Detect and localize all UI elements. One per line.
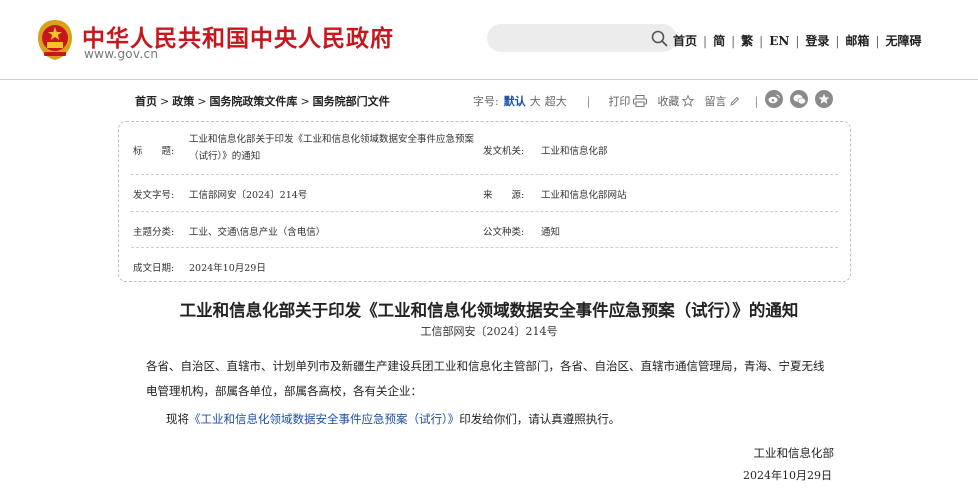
nav-simplified[interactable]: 简 xyxy=(713,34,725,48)
favorite-button[interactable]: 收藏 xyxy=(657,93,695,109)
article-tools: 字号: 默认 大 超大 | 打印 收藏 留言 | xyxy=(473,93,758,109)
meta-title-label: 标 题: xyxy=(133,146,175,157)
print-button[interactable]: 打印 xyxy=(608,93,648,109)
search-input[interactable] xyxy=(487,24,677,52)
qzone-star-icon xyxy=(818,93,830,104)
favorite-label: 收藏 xyxy=(657,95,680,108)
breadcrumb-policy-library[interactable]: 国务院政策文件库 xyxy=(209,95,297,108)
comment-label: 留言 xyxy=(704,95,727,108)
fontsize-xlarge[interactable]: 超大 xyxy=(545,93,567,109)
wechat-glyph-icon xyxy=(793,94,806,104)
tools-trailing-separator: | xyxy=(754,94,759,108)
meta-docno-label: 发文字号: xyxy=(133,190,175,201)
breadcrumb: 首页 > 政策 > 国务院政策文件库 > 国务院部门文件 xyxy=(135,95,390,108)
meta-docno-value: 工信部网安〔2024〕214号 xyxy=(189,190,308,201)
article-recipients: 各省、自治区、直辖市、计划单列市及新疆生产建设兵团工业和信息化主管部门，各省、自… xyxy=(146,359,825,398)
signer: 工业和信息化部 xyxy=(753,446,835,460)
qzone-icon[interactable] xyxy=(815,90,833,108)
wechat-icon[interactable] xyxy=(790,90,808,108)
fontsize-label: 字号: xyxy=(473,95,499,108)
print-label: 打印 xyxy=(608,95,631,108)
nav-home[interactable]: 首页 xyxy=(673,34,697,48)
meta-row-title: 标 题: 工业和信息化部关于印发《工业和信息化领域数据安全事件应急预案（试行）》… xyxy=(131,122,838,175)
breadcrumb-home[interactable]: 首页 xyxy=(135,95,157,108)
nav-traditional[interactable]: 繁 xyxy=(741,34,753,48)
printer-icon xyxy=(633,95,648,107)
nav-accessibility[interactable]: 无障碍 xyxy=(885,34,921,48)
top-nav: 首页 | 简 | 繁 | EN | 登录 | 邮箱 | 无障碍 xyxy=(673,34,922,48)
pencil-icon xyxy=(730,96,740,106)
weibo-glyph-icon xyxy=(768,94,780,104)
meta-type-label: 公文种类: xyxy=(483,227,525,238)
meta-type-value: 通知 xyxy=(541,227,561,238)
attachment-link[interactable]: 《工业和信息化领域数据安全事件应急预案（试行）》 xyxy=(189,412,459,426)
site-url: www.gov.cn xyxy=(84,47,159,61)
meta-topic-label: 主题分类: xyxy=(133,227,175,238)
breadcrumb-policy[interactable]: 政策 xyxy=(172,95,194,108)
document-metadata: 标 题: 工业和信息化部关于印发《工业和信息化领域数据安全事件应急预案（试行）》… xyxy=(118,121,851,282)
meta-date-value: 2024年10月29日 xyxy=(189,263,266,274)
article-doc-number: 工信部网安〔2024〕214号 xyxy=(420,325,558,338)
meta-source-value: 工业和信息化部网站 xyxy=(541,190,627,201)
meta-issuer-value: 工业和信息化部 xyxy=(541,146,608,157)
breadcrumb-dept-docs[interactable]: 国务院部门文件 xyxy=(313,95,390,108)
search-icon[interactable] xyxy=(651,30,668,47)
meta-row-date: 成文日期: 2024年10月29日 xyxy=(131,248,838,282)
meta-issuer-label: 发文机关: xyxy=(483,146,525,157)
fontsize-large[interactable]: 大 xyxy=(530,93,541,109)
site-header: 中华人民共和国中央人民政府 www.gov.cn 首页 | 简 | 繁 | EN | 登录 | 邮箱… xyxy=(0,0,978,80)
article-body: 现将《工业和信息化领域数据安全事件应急预案（试行）》印发给你们，请认真遵照执行。 xyxy=(166,409,620,429)
meta-title-value: 工业和信息化部关于印发《工业和信息化领域数据安全事件应急预案（试行）》的通知 xyxy=(189,134,475,162)
national-emblem-icon[interactable] xyxy=(36,18,74,62)
meta-source-label: 来 源: xyxy=(483,190,525,201)
star-icon xyxy=(682,95,695,107)
meta-row-docno: 发文字号: 工信部网安〔2024〕214号 来 源: 工业和信息化部网站 xyxy=(131,175,838,212)
meta-topic-value: 工业、交通\信息产业（含电信） xyxy=(189,227,326,238)
fontsize-default[interactable]: 默认 xyxy=(504,93,526,109)
article-title: 工业和信息化部关于印发《工业和信息化领域数据安全事件应急预案（试行）》的通知 xyxy=(179,301,799,320)
body-suffix: 印发给你们，请认真遵照执行。 xyxy=(459,412,621,426)
weibo-icon[interactable] xyxy=(765,90,783,108)
meta-row-topic: 主题分类: 工业、交通\信息产业（含电信） 公文种类: 通知 xyxy=(131,212,838,248)
comment-button[interactable]: 留言 xyxy=(704,93,740,109)
body-prefix: 现将 xyxy=(166,412,189,426)
nav-english[interactable]: EN xyxy=(769,34,789,48)
meta-date-label: 成文日期: xyxy=(133,263,175,274)
nav-mail[interactable]: 邮箱 xyxy=(845,34,869,48)
tools-separator: | xyxy=(586,94,591,108)
sign-date: 2024年10月29日 xyxy=(743,469,832,482)
nav-login[interactable]: 登录 xyxy=(805,34,829,48)
